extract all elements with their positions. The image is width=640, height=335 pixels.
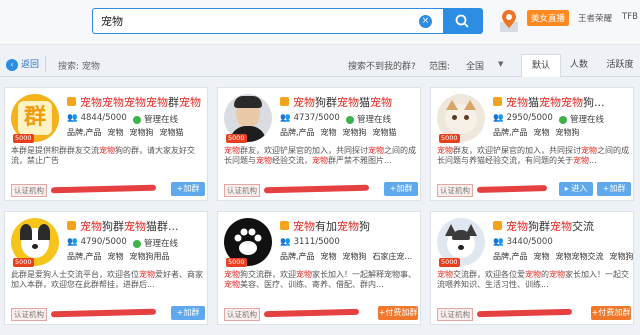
redaction-mark [50,184,157,194]
verified-icon [493,221,502,230]
group-description: 本群是提供积群群友交流宠物狗的群，请大家友好交流，禁止广告 [11,146,195,165]
verified-icon [67,221,76,230]
range-label: 范围: [429,62,451,72]
divider [45,56,46,72]
paid-join-button[interactable]: +付费加群 [591,306,631,320]
search-keyword-label: 搜索: 宠物 [58,62,100,72]
redaction-mark [476,185,548,193]
search-box[interactable]: × [92,8,444,34]
group-tags: 品牌,产品 宠物 宠物狗 [493,128,580,137]
search-input[interactable] [101,13,401,29]
certified-badge: 认证机构 [224,308,260,321]
certified-badge: 认证机构 [11,184,47,197]
cant-find-link[interactable]: 搜索不到我的群? [348,59,416,72]
capacity-badge: 5000 [13,258,34,267]
group-tags: 品牌,产品 宠物 宠物狗 宠物猫 [280,128,397,137]
search-icon [455,14,469,28]
member-count: 👥 3111/5000 [280,237,340,247]
tab-members[interactable]: 人数 [562,54,596,76]
results-toolbar: ‹ 返回 搜索: 宠物 搜索不到我的群? 范围: 全国 ▼ 默认 人数 活跃度 [0,52,640,77]
redaction-mark [50,308,157,318]
redaction-mark [263,308,360,318]
clear-search-icon[interactable]: × [419,15,432,28]
group-card[interactable]: 5000 宠物狗群宠物交流 👥 3440/5000 品牌,产品 宠物 宠物宠物交流 宠物… [430,211,634,325]
members-icon: 👥 [67,113,78,123]
redaction-mark [263,184,370,194]
location-pin-icon[interactable] [498,8,520,34]
tab-activity[interactable]: 活跃度 [600,54,640,76]
capacity-badge: 5000 [226,258,247,267]
members-icon: 👥 [67,237,78,247]
member-count: 👥 3440/5000 [493,237,553,247]
tfb-link[interactable]: TFB [622,12,638,22]
back-arrow-icon: ‹ [6,58,18,71]
group-tags: 品牌,产品 宠物 宠物狗 石家庄宠... [280,252,413,261]
admin-online-status: 管理在线 [133,113,178,125]
members-icon: 👥 [493,113,504,123]
group-title[interactable]: 宠物狗群宠物交流 [506,218,631,234]
join-group-button[interactable]: +加群 [597,182,631,196]
chevron-down-icon[interactable]: ▼ [498,60,503,68]
enter-group-button[interactable]: ▸ 进入 [559,182,593,196]
verified-icon [280,221,289,230]
group-description: 宠物狗交流群，欢迎宠物家长加入！一起解释宠物事、宠物美容、医疗、训练、寄养、借配… [224,270,416,289]
group-card[interactable]: 5000 宠物狗群宠物猫宠物 👥 4737/5000 管理在线 品牌,产品 宠物 宠物… [217,87,421,201]
group-description: 此群是爱狗人士交流平台，欢迎各位宠物爱好者、商家加入本群，欢迎您在此群帮挂，进群… [11,270,203,289]
live-promo-badge[interactable]: 美女直播 [527,10,570,26]
online-icon [133,239,141,248]
group-description: 宠物群友，欢迎铲屎官的加入，共同探讨宠物之间的成长问题与宠物经验交流，宠物群严禁… [224,146,416,165]
members-icon: 👥 [493,237,504,247]
group-tags: 品牌,产品 宠物 宠物宠物交流 宠物狗 [493,252,634,261]
group-title[interactable]: 宠物狗群宠物猫宠物 [293,94,418,110]
member-count: 👥 4790/5000 [67,237,127,247]
back-button[interactable]: ‹ 返回 [6,57,39,71]
top-bar: × 美女直播 王者荣耀 TFB [0,0,640,45]
member-count: 👥 4737/5000 [280,113,340,123]
group-description: 宠物群友，欢迎铲屎官的加入，共同探讨宠物之间的成长问题与养猫经验交流，有问题的关… [437,146,629,165]
group-title[interactable]: 宠物宠物宠物宠物群宠物 [80,94,205,110]
group-title[interactable]: 宠物狗群宠物猫群... [80,218,205,234]
member-count: 👥 2950/5000 [493,113,553,123]
group-card[interactable]: 5000 宠物猫宠物宠物狗... 👥 2950/5000 管理在线 品牌,产品 宠物… [430,87,634,201]
online-icon [346,115,354,124]
certified-badge: 认证机构 [437,184,473,197]
group-tags: 品牌,产品 宠物 宠物狗用品 [67,252,170,261]
online-icon [559,115,567,124]
game-link[interactable]: 王者荣耀 [578,12,612,24]
redaction-mark [476,308,573,318]
paid-join-button[interactable]: +付费加群 [378,306,418,320]
group-tags: 品牌,产品 宠物 宠物狗 宠物猫 [67,128,184,137]
admin-online-status: 管理在线 [346,113,391,125]
join-group-button[interactable]: +加群 [384,182,418,196]
certified-badge: 认证机构 [224,184,260,197]
tab-default[interactable]: 默认 [521,54,561,77]
online-icon [133,115,141,124]
capacity-badge: 5000 [439,134,460,143]
capacity-badge: 5000 [13,134,34,143]
capacity-badge: 5000 [439,258,460,267]
members-icon: 👥 [280,237,291,247]
verified-icon [493,97,502,106]
capacity-badge: 5000 [226,134,247,143]
verified-icon [280,97,289,106]
admin-online-status: 管理在线 [133,237,178,249]
certified-badge: 认证机构 [437,308,473,321]
back-label: 返回 [21,60,40,70]
join-group-button[interactable]: +加群 [171,306,205,320]
group-card[interactable]: 5000 宠物有加宠物狗 👥 3111/5000 品牌,产品 宠物 宠物狗 石家庄宠..… [217,211,421,325]
admin-online-status: 管理在线 [559,113,604,125]
member-count: 👥 4844/5000 [67,113,127,123]
group-card[interactable]: 群 5000 宠物宠物宠物宠物群宠物 👥 4844/5000 管理在线 品牌,产品… [4,87,208,201]
search-button[interactable] [443,8,483,34]
group-title[interactable]: 宠物猫宠物宠物狗... [506,94,631,110]
group-description: 宠物交流群，欢迎各位爱宠物的宠物家长加入！一起交流喂养知识、生活习性、训练... [437,270,629,289]
join-group-button[interactable]: +加群 [171,182,205,196]
certified-badge: 认证机构 [11,308,47,321]
group-title[interactable]: 宠物有加宠物狗 [293,218,418,234]
members-icon: 👥 [280,113,291,123]
group-card[interactable]: 5000 宠物狗群宠物猫群... 👥 4790/5000 管理在线 品牌,产品 宠物… [4,211,208,325]
verified-icon [67,97,76,106]
